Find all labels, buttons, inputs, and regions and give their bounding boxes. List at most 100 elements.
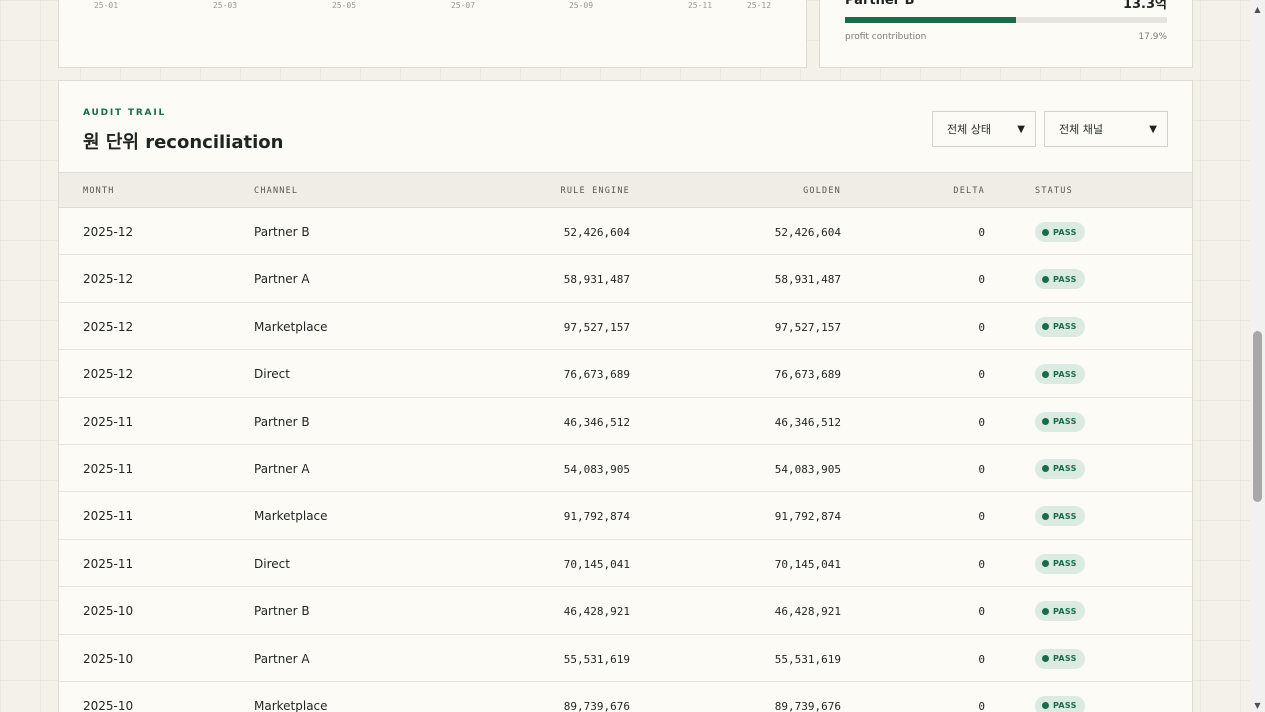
- status-filter-select[interactable]: 전체 상태 ▼: [932, 111, 1036, 147]
- column-header-golden[interactable]: GOLDEN: [803, 186, 841, 196]
- status-badge-label: PASS: [1053, 654, 1077, 664]
- section-eyebrow: AUDIT TRAIL: [83, 108, 167, 118]
- table-row[interactable]: 2025-11 Partner B 46,346,512 46,346,512 0 PAS…: [59, 398, 1192, 445]
- cell-month: 2025-11: [83, 509, 134, 524]
- cell-rule-engine: 46,346,512: [563, 415, 630, 429]
- column-header-status[interactable]: STATUS: [1035, 186, 1073, 196]
- chart-x-tick: 25-03: [212, 1, 238, 10]
- cell-month: 2025-10: [83, 698, 134, 712]
- cell-delta: 0: [978, 652, 985, 666]
- cell-rule-engine: 89,739,676: [563, 699, 630, 712]
- column-header-delta[interactable]: DELTA: [953, 186, 985, 196]
- column-header-month[interactable]: MONTH: [83, 186, 115, 196]
- status-badge-label: PASS: [1053, 369, 1077, 379]
- cell-channel: Direct: [254, 367, 290, 382]
- cell-channel: Partner A: [254, 272, 310, 287]
- status-dot-icon: [1042, 465, 1049, 473]
- table-row[interactable]: 2025-11 Partner A 54,083,905 54,083,905 0 PAS…: [59, 445, 1192, 493]
- chart-x-tick: 25-11: [687, 1, 713, 10]
- cell-golden: 52,426,604: [774, 226, 841, 239]
- table-row[interactable]: 2025-11 Direct 70,145,041 70,145,041 0 PASS: [59, 540, 1192, 588]
- cell-delta: 0: [978, 273, 985, 287]
- cell-rule-engine: 52,426,604: [563, 226, 630, 239]
- page-scrollbar[interactable]: ▲ ▼: [1250, 0, 1265, 712]
- cell-rule-engine: 91,792,874: [563, 510, 630, 524]
- cell-channel: Partner A: [254, 651, 310, 666]
- table-row[interactable]: 2025-11 Marketplace 91,792,874 91,792,874 0 P…: [59, 492, 1192, 540]
- status-badge-label: PASS: [1053, 322, 1077, 332]
- cell-rule-engine: 70,145,041: [563, 557, 630, 571]
- status-badge: PASS: [1035, 222, 1085, 242]
- status-dot-icon: [1042, 275, 1049, 283]
- chart-x-tick: 25-07: [450, 1, 476, 10]
- status-dot-icon: [1042, 512, 1049, 520]
- table-row[interactable]: 2025-12 Marketplace 97,527,157 97,527,157 0 P…: [59, 303, 1192, 351]
- column-header-rule-engine[interactable]: RULE ENGINE: [561, 186, 631, 196]
- scrollbar-thumb[interactable]: [1253, 331, 1262, 502]
- chevron-down-icon: ▼: [1149, 123, 1157, 135]
- status-badge-label: PASS: [1053, 464, 1077, 474]
- table-row[interactable]: 2025-12 Partner B 52,426,604 52,426,604 0 PAS…: [59, 208, 1192, 256]
- table-row[interactable]: 2025-12 Direct 76,673,689 76,673,689 0 PASS: [59, 350, 1192, 398]
- cell-golden: 91,792,874: [774, 510, 841, 524]
- cell-golden: 89,739,676: [774, 699, 841, 712]
- status-dot-icon: [1042, 607, 1049, 615]
- cell-delta: 0: [978, 320, 985, 334]
- cell-delta: 0: [978, 226, 985, 239]
- table-row[interactable]: 2025-12 Partner A 58,931,487 58,931,487 0 PAS…: [59, 255, 1192, 303]
- cell-month: 2025-11: [83, 556, 134, 571]
- cell-channel: Partner B: [254, 604, 310, 619]
- cell-golden: 54,083,905: [774, 462, 841, 476]
- revenue-chart-card: 25-01 25-03 25-05 25-07 25-09 25-11 25-12: [58, 0, 807, 68]
- status-badge-label: PASS: [1053, 227, 1077, 237]
- column-header-channel[interactable]: CHANNEL: [254, 186, 298, 196]
- cell-month: 2025-10: [83, 651, 134, 666]
- partner-contribution-card: Partner B 13.3억 profit contribution 17.9…: [819, 0, 1193, 68]
- channel-filter-select[interactable]: 전체 채널 ▼: [1044, 111, 1168, 147]
- status-badge: PASS: [1035, 269, 1085, 290]
- audit-trail-card: AUDIT TRAIL 원 단위 reconciliation 전체 상태 ▼ …: [58, 80, 1193, 712]
- cell-delta: 0: [978, 368, 985, 382]
- cell-month: 2025-12: [83, 319, 134, 334]
- cell-month: 2025-12: [83, 367, 134, 382]
- status-dot-icon: [1042, 655, 1049, 663]
- cell-golden: 46,428,921: [774, 605, 841, 619]
- status-dot-icon: [1042, 560, 1049, 568]
- status-badge: PASS: [1035, 411, 1085, 432]
- scroll-up-arrow-icon[interactable]: ▲: [1250, 2, 1265, 16]
- cell-delta: 0: [978, 462, 985, 476]
- cell-channel: Direct: [254, 556, 290, 571]
- status-badge: PASS: [1035, 458, 1085, 479]
- status-dot-icon: [1042, 702, 1049, 710]
- cell-channel: Marketplace: [254, 509, 328, 524]
- cell-month: 2025-11: [83, 414, 134, 429]
- cell-golden: 46,346,512: [774, 415, 841, 429]
- table-row[interactable]: 2025-10 Partner B 46,428,921 46,428,921 0 PAS…: [59, 587, 1192, 635]
- status-dot-icon: [1042, 228, 1049, 236]
- cell-delta: 0: [978, 699, 985, 712]
- chart-x-tick: 25-01: [93, 1, 119, 10]
- status-badge-label: PASS: [1053, 606, 1077, 616]
- cell-golden: 58,931,487: [774, 273, 841, 287]
- status-badge: PASS: [1035, 553, 1085, 574]
- table-row[interactable]: 2025-10 Partner A 55,531,619 55,531,619 0 PAS…: [59, 635, 1192, 682]
- table-header: MONTH CHANNEL RULE ENGINE GOLDEN DELTA S…: [59, 172, 1192, 208]
- section-title: 원 단위 reconciliation: [83, 132, 284, 153]
- status-badge: PASS: [1035, 648, 1085, 669]
- cell-golden: 55,531,619: [774, 652, 841, 666]
- status-badge: PASS: [1035, 695, 1085, 712]
- channel-filter-value: 전체 채널: [1059, 123, 1103, 136]
- status-badge: PASS: [1035, 601, 1085, 622]
- status-dot-icon: [1042, 418, 1049, 426]
- scroll-down-arrow-icon[interactable]: ▼: [1250, 698, 1265, 712]
- status-badge-label: PASS: [1053, 511, 1077, 521]
- status-dot-icon: [1042, 323, 1049, 331]
- cell-month: 2025-10: [83, 604, 134, 619]
- table-row[interactable]: 2025-10 Marketplace 89,739,676 89,739,676 0 P…: [59, 682, 1192, 712]
- cell-rule-engine: 55,531,619: [563, 652, 630, 666]
- status-badge: PASS: [1035, 506, 1085, 527]
- cell-delta: 0: [978, 510, 985, 524]
- cell-golden: 97,527,157: [774, 320, 841, 334]
- partner-value: 13.3억: [1122, 0, 1167, 12]
- chart-x-tick: 25-05: [331, 1, 357, 10]
